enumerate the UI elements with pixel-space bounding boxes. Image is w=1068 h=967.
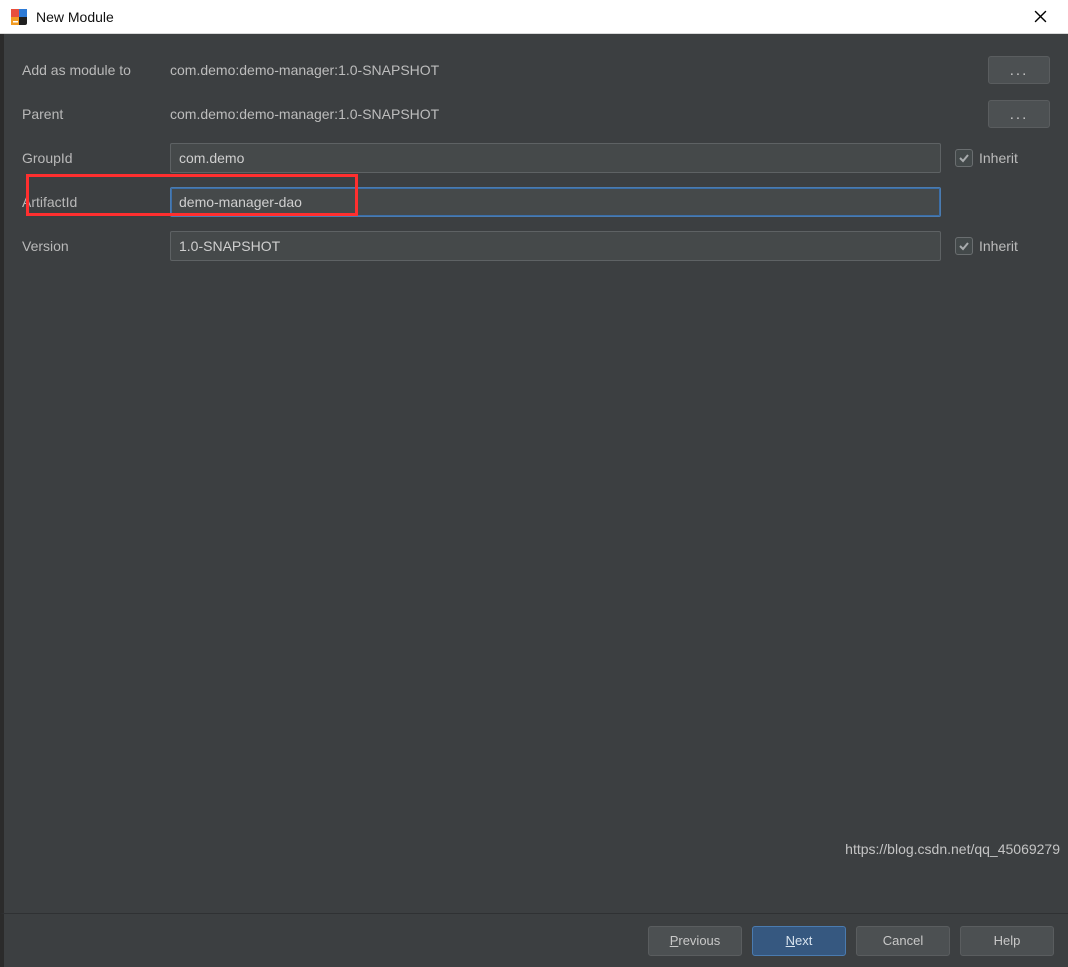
- parent-value: com.demo:demo-manager:1.0-SNAPSHOT: [170, 106, 941, 122]
- titlebar: New Module: [0, 0, 1068, 34]
- parent-browse-button[interactable]: ...: [988, 100, 1050, 128]
- add-as-module-browse-button[interactable]: ...: [988, 56, 1050, 84]
- groupid-inherit-checkbox[interactable]: Inherit: [955, 149, 1018, 167]
- version-label: Version: [22, 238, 170, 254]
- check-icon: [955, 149, 973, 167]
- row-groupid: GroupId Inherit: [22, 142, 1050, 174]
- new-module-dialog: New Module Add as module to com.demo:dem…: [0, 0, 1068, 967]
- parent-label: Parent: [22, 106, 170, 122]
- cancel-button[interactable]: Cancel: [856, 926, 950, 956]
- row-parent: Parent com.demo:demo-manager:1.0-SNAPSHO…: [22, 98, 1050, 130]
- next-button[interactable]: Next: [752, 926, 846, 956]
- inherit-label: Inherit: [979, 150, 1018, 166]
- help-button[interactable]: Help: [960, 926, 1054, 956]
- watermark: https://blog.csdn.net/qq_45069279: [845, 841, 1060, 857]
- add-as-module-label: Add as module to: [22, 62, 170, 78]
- add-as-module-value: com.demo:demo-manager:1.0-SNAPSHOT: [170, 62, 941, 78]
- intellij-icon: [10, 8, 28, 26]
- window-title: New Module: [36, 9, 114, 25]
- artifactid-input[interactable]: [170, 187, 941, 217]
- groupid-label: GroupId: [22, 150, 170, 166]
- dialog-content: Add as module to com.demo:demo-manager:1…: [0, 34, 1068, 913]
- dialog-footer: Previous Next Cancel Help: [0, 913, 1068, 967]
- mnemonic-n: N: [786, 933, 795, 948]
- row-version: Version Inherit: [22, 230, 1050, 262]
- row-add-as-module: Add as module to com.demo:demo-manager:1…: [22, 54, 1050, 86]
- previous-button[interactable]: Previous: [648, 926, 742, 956]
- next-rest: ext: [795, 933, 812, 948]
- previous-rest: revious: [678, 933, 720, 948]
- close-button[interactable]: [1020, 0, 1060, 34]
- version-input[interactable]: [170, 231, 941, 261]
- artifactid-label: ArtifactId: [22, 194, 170, 210]
- inherit-label: Inherit: [979, 238, 1018, 254]
- check-icon: [955, 237, 973, 255]
- groupid-input[interactable]: [170, 143, 941, 173]
- version-inherit-checkbox[interactable]: Inherit: [955, 237, 1018, 255]
- row-artifactid: ArtifactId: [22, 186, 1050, 218]
